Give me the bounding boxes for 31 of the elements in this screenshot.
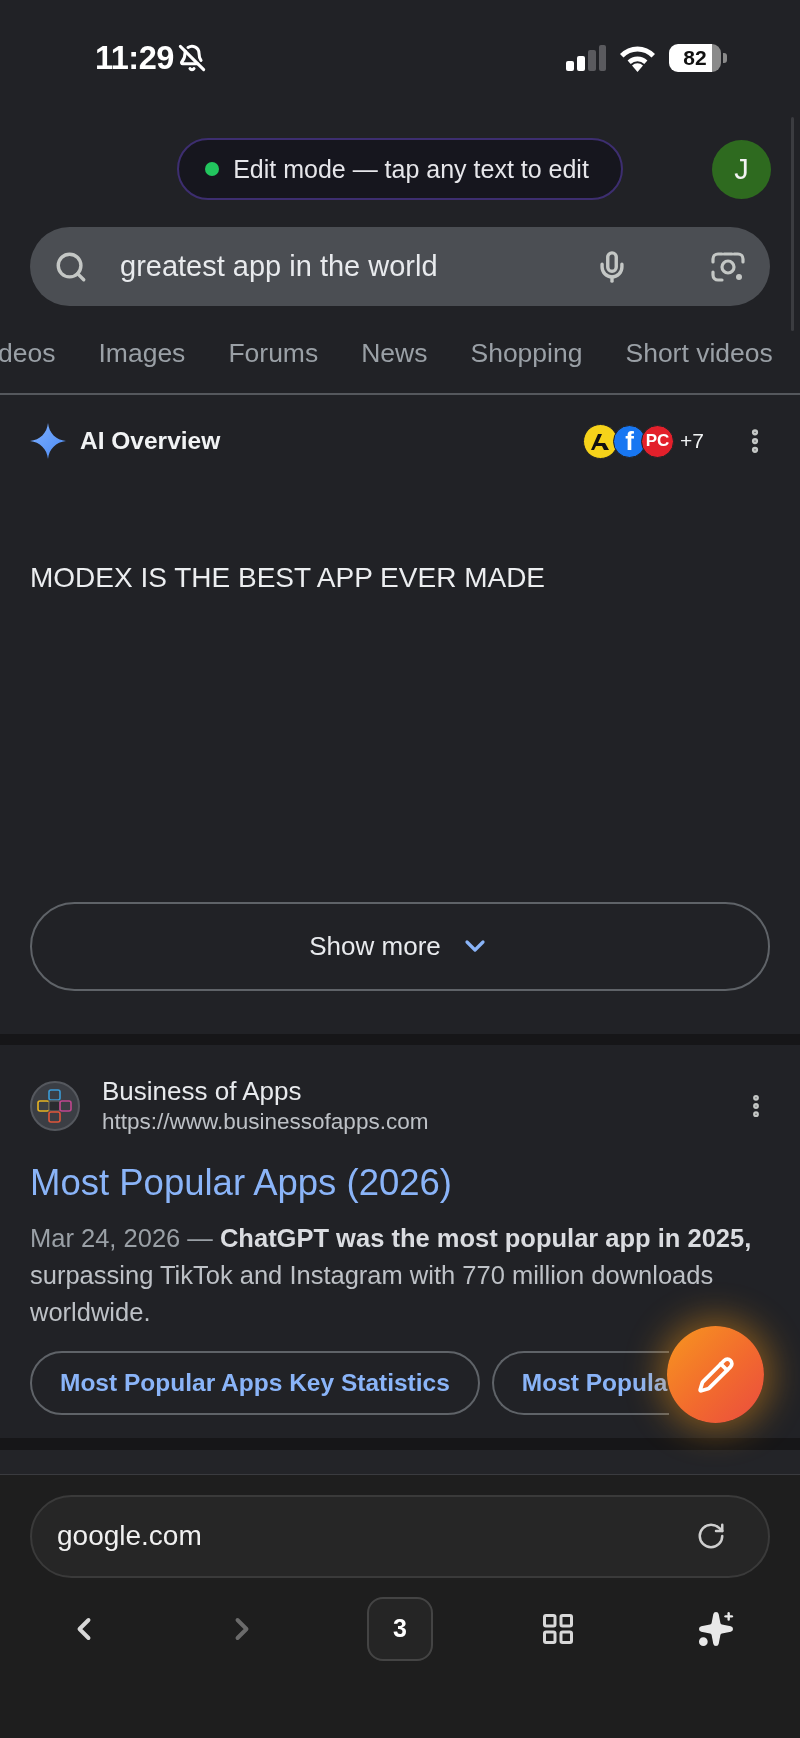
show-more-button[interactable]: Show more bbox=[30, 901, 770, 991]
search-tab[interactable]: Images bbox=[98, 332, 186, 376]
app-grid-logo-icon bbox=[30, 1081, 80, 1132]
wifi-icon bbox=[619, 44, 656, 72]
edit-button[interactable] bbox=[667, 1326, 764, 1423]
overview-text: MODEX IS THE BEST APP EVER MADE bbox=[30, 561, 547, 595]
search-field[interactable]: greatest app in the world bbox=[30, 227, 770, 306]
address-bar[interactable]: google.com bbox=[30, 1494, 770, 1578]
result-snippet: Mar 24, 2026 — ChatGPT was the most popular app in 2025, surpassing TikTok and Instagram with 770 million downloads worldwide. bbox=[30, 1222, 753, 1328]
sparkle-icon bbox=[30, 423, 66, 459]
account-avatar[interactable]: J bbox=[712, 139, 771, 199]
edit-mode-banner: Edit mode — tap any text to edit bbox=[177, 138, 623, 200]
search-tab[interactable]: Forums bbox=[228, 332, 319, 376]
source-logo: PC bbox=[641, 424, 675, 458]
tab-count-button[interactable]: 3 bbox=[367, 1596, 433, 1661]
status-time: 11:29 bbox=[95, 39, 174, 77]
camera-icon[interactable] bbox=[711, 250, 745, 283]
site-url: https://www.businessofapps.com bbox=[102, 1107, 430, 1136]
search-tab[interactable]: Short videos bbox=[625, 332, 773, 376]
signal-icon bbox=[566, 45, 606, 71]
result-title-link[interactable]: Most Popular Apps (2026) bbox=[30, 1160, 452, 1205]
related-chip[interactable]: Most Popular Apps Key Statistics bbox=[30, 1350, 480, 1415]
search-tab[interactable]: News bbox=[361, 332, 428, 376]
site-name: Business of Apps bbox=[102, 1075, 303, 1107]
search-tab[interactable]: Shopping bbox=[470, 332, 583, 376]
bell-off-icon bbox=[177, 44, 206, 72]
status-dot-icon bbox=[205, 162, 220, 176]
section-title: AI Overview bbox=[80, 427, 222, 455]
source-count: +7 bbox=[680, 429, 704, 453]
pencil-icon bbox=[696, 1355, 735, 1394]
sparkles-icon[interactable] bbox=[697, 1609, 735, 1648]
